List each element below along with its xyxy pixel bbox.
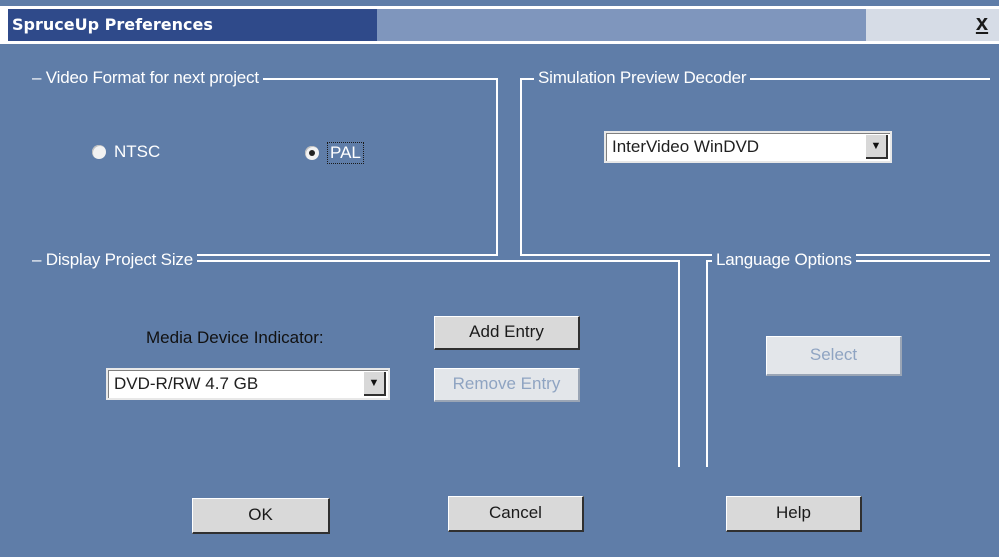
ntsc-radio-dot[interactable]: [92, 145, 106, 159]
video-format-title: Video Format for next project: [45, 68, 259, 87]
ntsc-radio[interactable]: NTSC: [92, 142, 160, 162]
language-select-button[interactable]: Select: [766, 336, 902, 376]
decoder-left-line: [520, 78, 522, 256]
group-dash: –: [32, 250, 46, 269]
pal-radio-dot[interactable]: [305, 146, 319, 160]
pal-radio[interactable]: PAL: [305, 142, 364, 164]
title-bar-fill: [377, 9, 866, 41]
ntsc-label: NTSC: [114, 142, 161, 161]
video-format-right-line: [496, 78, 498, 256]
decoder-select-value: InterVideo WinDVD: [612, 137, 760, 156]
media-device-select-value: DVD-R/RW 4.7 GB: [114, 374, 259, 393]
cancel-button[interactable]: Cancel: [448, 496, 584, 532]
preferences-dialog: SpruceUp Preferences x – Video Format fo…: [0, 0, 999, 557]
project-size-right-line: [678, 260, 680, 467]
project-size-group-label: – Display Project Size: [28, 250, 197, 270]
window-title: SpruceUp Preferences: [8, 9, 377, 41]
media-device-label: Media Device Indicator:: [146, 328, 324, 347]
decoder-group-label: Simulation Preview Decoder: [534, 68, 751, 88]
ok-button[interactable]: OK: [192, 498, 330, 534]
add-entry-button[interactable]: Add Entry: [434, 316, 580, 350]
chevron-down-icon[interactable]: ▼: [866, 135, 888, 159]
chevron-down-icon[interactable]: ▼: [364, 372, 386, 396]
video-format-group-label: – Video Format for next project: [28, 68, 263, 88]
decoder-select[interactable]: InterVideo WinDVD ▼: [604, 131, 892, 163]
help-button[interactable]: Help: [726, 496, 862, 532]
media-device-select[interactable]: DVD-R/RW 4.7 GB ▼: [106, 368, 390, 400]
dialog-body: – Video Format for next project NTSC PAL…: [8, 44, 999, 557]
close-icon[interactable]: x: [971, 9, 993, 37]
language-left-line: [706, 260, 708, 467]
language-group-label: Language Options: [712, 250, 856, 270]
project-size-title: Display Project Size: [45, 250, 193, 269]
group-dash: –: [32, 68, 46, 87]
pal-label: PAL: [327, 142, 364, 164]
remove-entry-button[interactable]: Remove Entry: [434, 368, 580, 402]
